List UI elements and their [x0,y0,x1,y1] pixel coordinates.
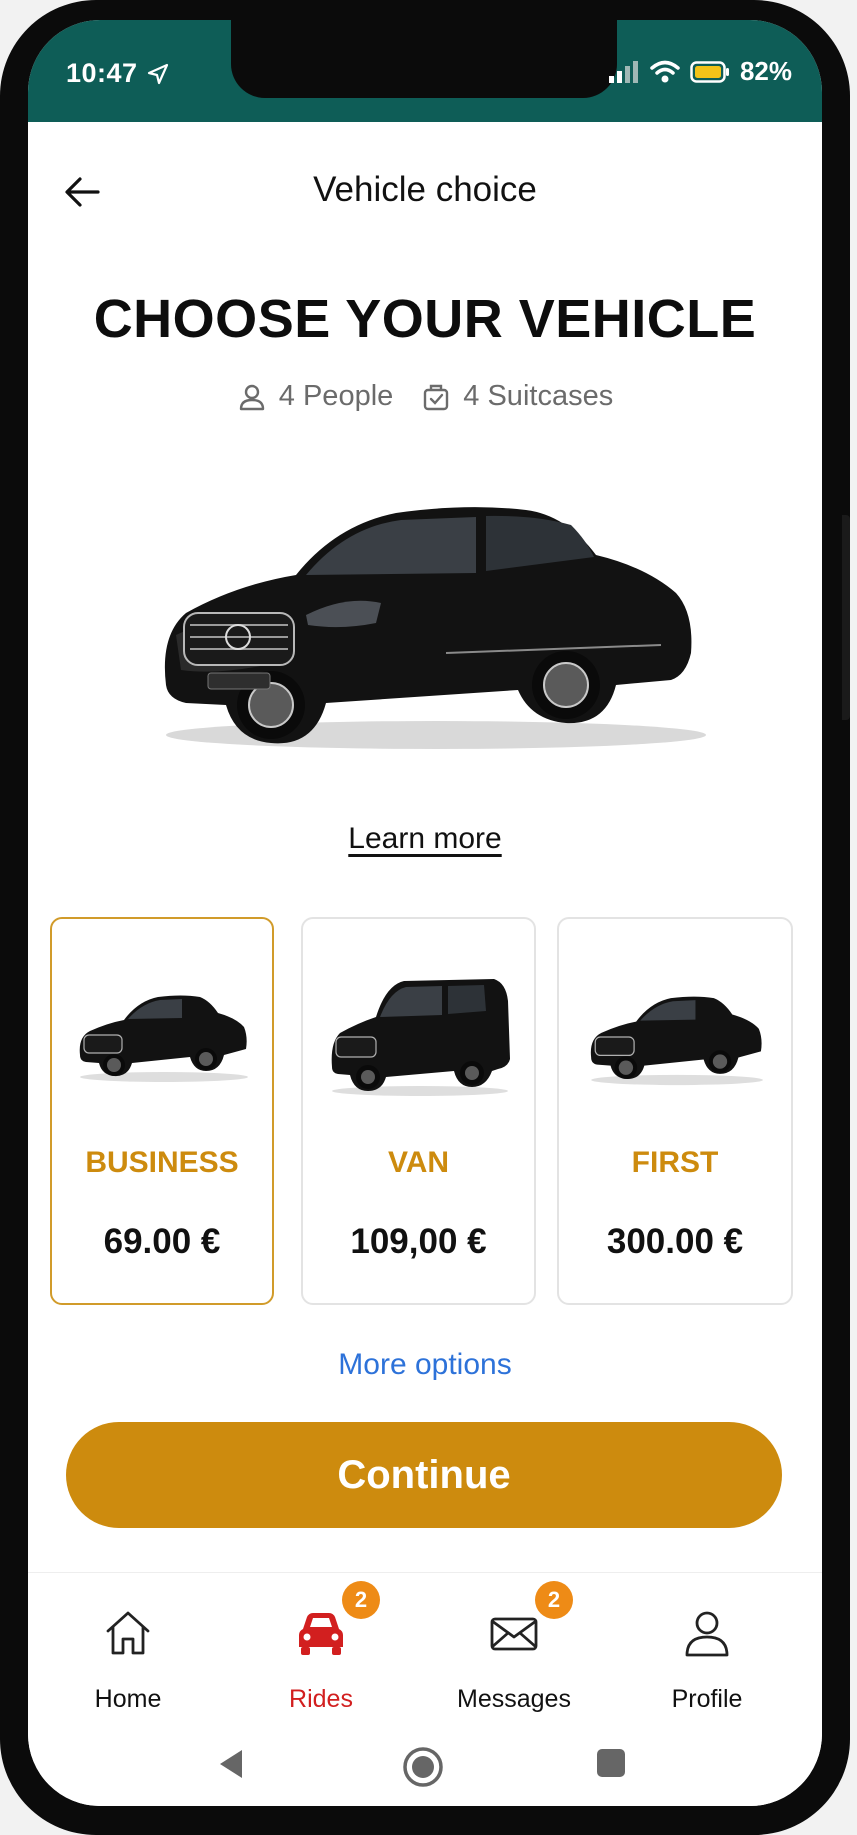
vehicle-card-business[interactable]: BUSINESS 69.00 € [50,917,274,1305]
messages-badge: 2 [535,1581,573,1619]
vehicle-price: 109,00 € [350,1222,487,1261]
system-home-icon[interactable] [402,1746,444,1788]
nav-label: Home [94,1685,162,1713]
user-icon [685,1611,729,1657]
nav-item-home[interactable]: Home [43,1573,213,1723]
vehicle-category: BUSINESS [85,1146,239,1179]
van-car-image [331,979,510,1096]
battery-percent: 82% [739,56,792,86]
system-nav-bar [28,1722,822,1806]
mail-icon [490,1617,538,1651]
learn-more-link[interactable]: Learn more [348,822,501,855]
phone-frame: 10:47 82% Vehicle choice CHOOSE YOUR VEH… [0,0,850,1835]
side-button [842,515,850,720]
vehicle-card-van[interactable]: VAN 109,00 € [301,917,536,1305]
vehicle-price: 300.00 € [606,1222,744,1261]
people-label: 4 People [278,380,394,412]
vehicle-category: FIRST [631,1146,719,1179]
business-car-image [79,995,248,1082]
home-icon [106,1611,150,1655]
people-capacity: 4 People [237,380,394,413]
status-bar: 10:47 82% [28,20,822,122]
suitcase-capacity: 4 Suitcases [421,380,613,413]
system-back-icon[interactable] [214,1746,250,1782]
continue-button[interactable]: Continue [66,1422,782,1528]
capacity-info: 4 People 4 Suitcases [28,380,822,413]
nav-item-messages[interactable]: 2 Messages [429,1573,599,1723]
suitcase-icon [424,384,449,410]
battery-icon [690,60,729,83]
notch [231,20,617,98]
wifi-icon [650,60,680,82]
screen: 10:47 82% Vehicle choice CHOOSE YOUR VEH… [28,20,822,1806]
vehicle-category: VAN [387,1146,450,1179]
nav-item-rides[interactable]: 2 Rides [236,1573,406,1723]
nav-label: Messages [457,1685,571,1713]
suitcases-label: 4 Suitcases [463,380,614,412]
status-time: 10:47 [66,58,138,88]
screen-title: Vehicle choice [313,170,537,209]
more-options-link[interactable]: More options [28,1348,822,1382]
car-icon [299,1613,343,1655]
bottom-nav: Home 2 Rides 2 Messages Profile [28,1572,822,1722]
system-recents-icon[interactable] [594,1746,628,1780]
learn-more: Learn more [28,822,822,856]
sedan-car-image [164,507,706,749]
first-car-image [590,996,763,1086]
nav-label: Profile [671,1685,743,1713]
vehicle-price: 69.00 € [103,1222,221,1261]
nav-label: Rides [289,1685,353,1713]
page-heading: CHOOSE YOUR VEHICLE [93,289,757,349]
location-arrow-icon [147,63,169,85]
signal-icon [608,60,638,83]
person-icon [239,384,264,410]
vehicle-card-first[interactable]: FIRST 300.00 € [557,917,793,1305]
rides-badge: 2 [342,1581,380,1619]
nav-item-profile[interactable]: Profile [622,1573,792,1723]
